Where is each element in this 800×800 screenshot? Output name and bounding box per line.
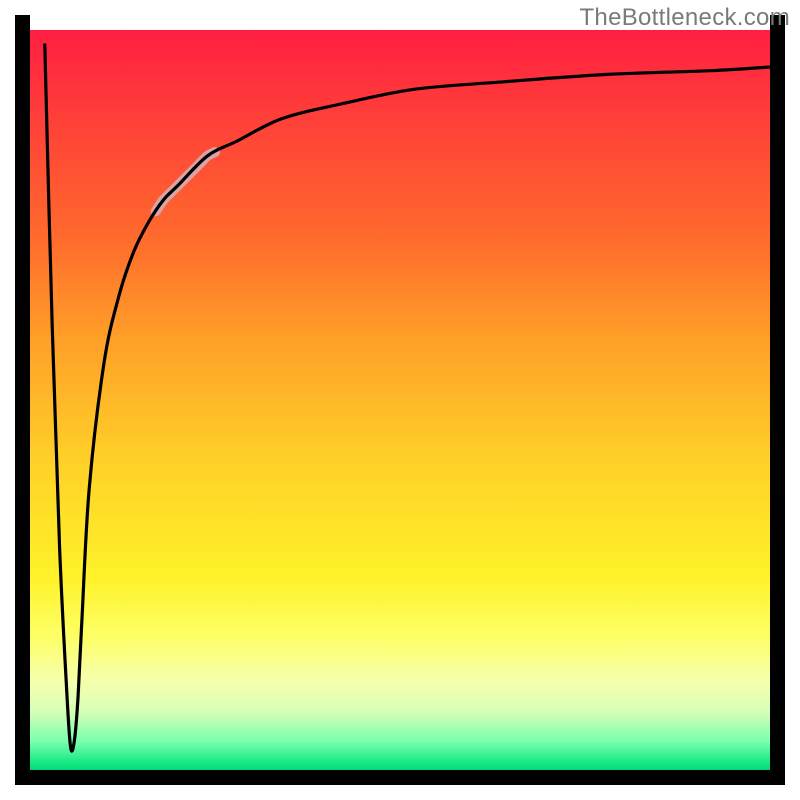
- curve-highlight: [156, 152, 215, 211]
- chart-stage: TheBottleneck.com: [0, 0, 800, 800]
- curve-layer: [0, 0, 800, 800]
- watermark-text: TheBottleneck.com: [579, 4, 790, 32]
- bottleneck-curve: [45, 45, 770, 751]
